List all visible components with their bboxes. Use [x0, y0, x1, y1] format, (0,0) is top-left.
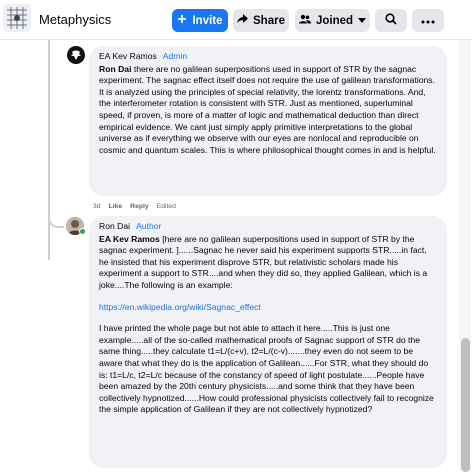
comment-bubble: EA Kev Ramos Admin Ron Dai there are no … — [89, 46, 447, 196]
author-badge: Author — [136, 221, 162, 231]
reply-connector — [48, 216, 64, 228]
wikipedia-link[interactable]: https://en.wikipedia.org/wiki/Sagnac_eff… — [99, 302, 437, 314]
joined-button[interactable]: Joined — [295, 9, 370, 32]
share-icon — [237, 14, 249, 27]
reply-button[interactable]: Reply — [130, 203, 149, 210]
avatar[interactable] — [67, 46, 85, 64]
edited-label: Edited — [156, 203, 176, 210]
comment-text: EA Kev Ramos [here are no galilean super… — [99, 233, 428, 290]
share-label: Share — [253, 14, 285, 27]
comment-text-continued: I have printed the whole page but not ab… — [99, 323, 434, 415]
more-dots-icon — [421, 15, 435, 27]
group-header: Metaphysics Invite Share Joined — [0, 0, 472, 40]
mention-link[interactable]: EA Kev Ramos — [99, 234, 160, 244]
like-button[interactable]: Like — [109, 203, 123, 210]
group-thumbnail[interactable] — [3, 4, 31, 32]
invite-button[interactable]: Invite — [172, 9, 228, 32]
mention-link[interactable]: Ron Dai — [99, 64, 131, 74]
thread-line — [48, 40, 50, 260]
more-options-button[interactable] — [412, 9, 444, 32]
share-button[interactable]: Share — [233, 9, 289, 32]
joined-label: Joined — [315, 14, 354, 27]
group-title[interactable]: Metaphysics — [39, 12, 111, 27]
group-members-icon — [298, 14, 311, 27]
online-status-indicator — [79, 228, 86, 235]
comment-author[interactable]: EA Kev Ramos — [99, 51, 157, 63]
search-button[interactable] — [375, 9, 407, 32]
comment-actions: 3d Like Reply Edited — [93, 203, 176, 210]
comment-time[interactable]: 3d — [93, 203, 101, 210]
invite-label: Invite — [192, 14, 223, 27]
admin-badge: Admin — [162, 51, 188, 61]
comment-text: Ron Dai there are no galilean superposit… — [99, 63, 436, 155]
scrollbar-thumb[interactable] — [461, 338, 470, 472]
comment-author[interactable]: Ron Dai — [99, 221, 130, 233]
caret-down-icon — [358, 15, 367, 27]
comment-bubble: Ron Dai Author EA Kev Ramos [here are no… — [89, 216, 447, 468]
search-icon — [385, 13, 397, 28]
plus-icon — [177, 14, 187, 27]
